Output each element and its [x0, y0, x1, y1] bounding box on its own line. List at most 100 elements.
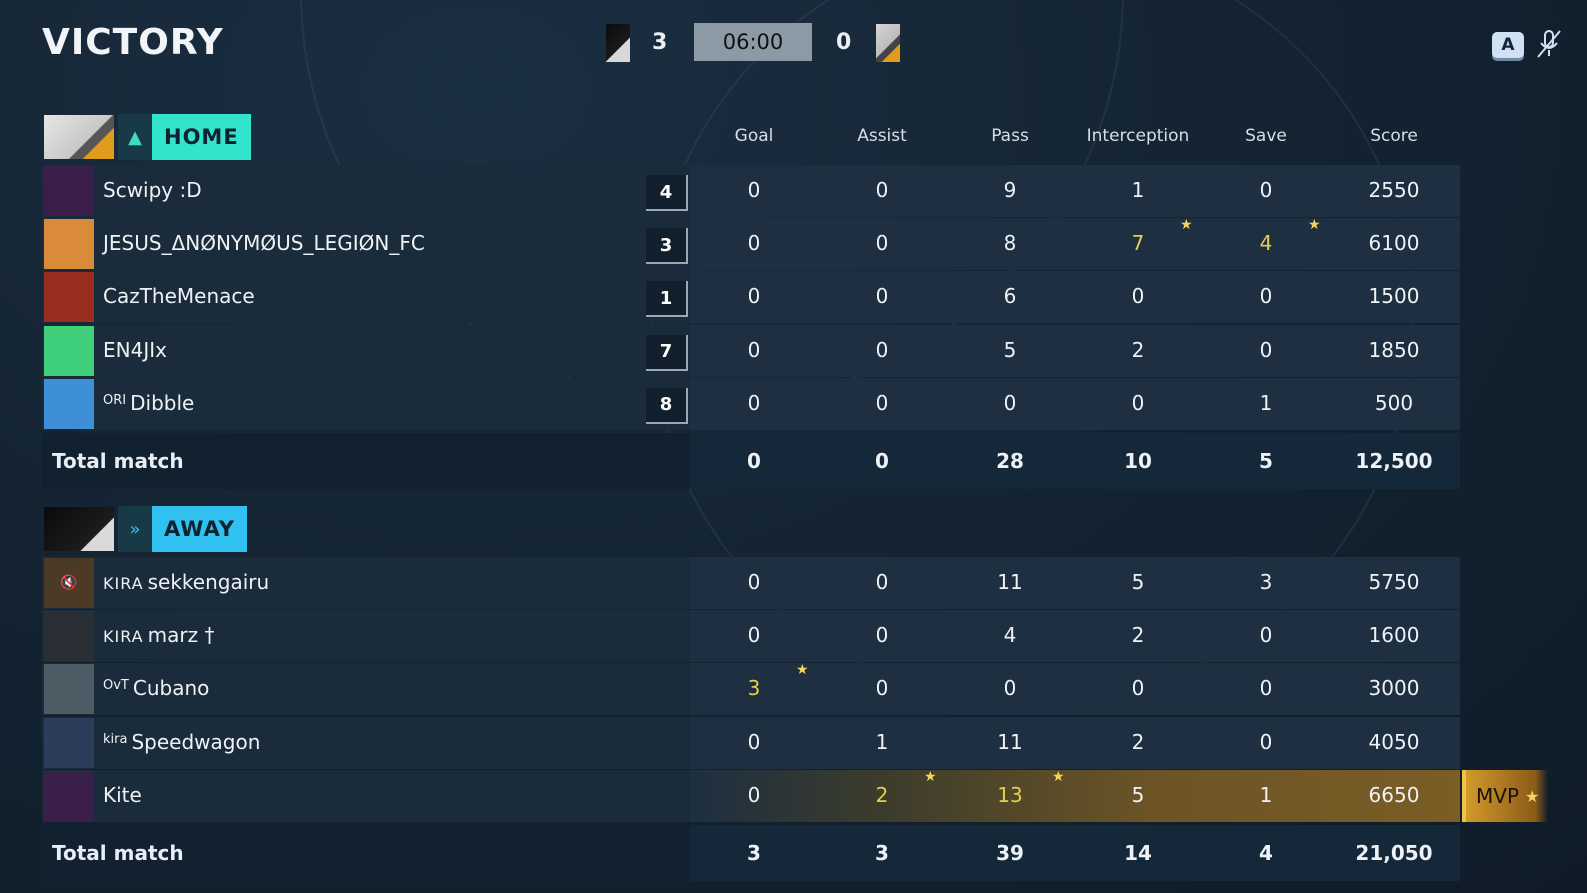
total-interception: 10 [1124, 449, 1152, 473]
stat-assist: 0 [875, 284, 889, 309]
total-label: Total match [52, 841, 184, 865]
star-icon: ★ [1052, 768, 1065, 785]
player-avatar [44, 166, 94, 216]
stat-pass: 13 ★ [997, 768, 1065, 807]
player-name: KIRA sekkengairu [103, 570, 269, 594]
col-save: Save [1245, 126, 1287, 146]
player-row[interactable]: CazTheMenace 1 0 0 6 0 0 1500 [42, 271, 1460, 324]
jersey-number: 4 [646, 175, 688, 211]
stat-save: 3 [1259, 570, 1273, 594]
player-name-text: JESUS_ΔNØNYMØUS_LEGIØN_FC [103, 231, 425, 256]
away-team-label: AWAY [152, 506, 247, 552]
star-icon: ★ [1180, 217, 1193, 234]
total-save: 4 [1259, 841, 1273, 865]
club-tag: KIRA [103, 627, 144, 647]
player-row[interactable]: JESUS_ΔNØNYMØUS_LEGIØN_FC 3 0 0 8 7 ★ 4 ★ 6100 [42, 217, 1460, 271]
col-pass: Pass [991, 126, 1029, 146]
stat-save: 0 [1259, 623, 1273, 648]
stat-assist: 2 ★ [875, 768, 937, 807]
jersey-number: 1 [646, 281, 688, 318]
player-name-text: CazTheMenace [103, 284, 255, 309]
total-pass: 28 [996, 449, 1024, 473]
stat-goal: 0 [747, 570, 761, 594]
stat-assist: 0 [875, 623, 889, 648]
col-goal: Goal [734, 126, 774, 146]
player-name-text: Dibble [130, 390, 195, 415]
stat-interception: 0 [1131, 284, 1145, 309]
stat-interception: 2 [1131, 729, 1145, 754]
stat-goal: 0 [747, 231, 761, 256]
home-team-flag-icon [44, 115, 114, 159]
stat-goal: 3 ★ [747, 662, 809, 701]
stat-assist: 0 [875, 231, 889, 256]
stat-score: 6100 [1368, 231, 1420, 256]
total-assist: 3 [875, 841, 889, 865]
player-name: CazTheMenace [103, 284, 255, 308]
player-name: ORI Dibble [103, 391, 194, 415]
stat-goal: 0 [747, 782, 761, 807]
stat-pass: 9 [1003, 178, 1017, 202]
player-row[interactable]: 🔇 KIRA sekkengairu 0 0 11 5 3 5750 [42, 557, 1460, 609]
home-team-flag-icon [876, 24, 900, 62]
total-score: 12,500 [1355, 449, 1433, 473]
stat-pass: 6 [1003, 284, 1017, 309]
mic-muted-icon[interactable] [1536, 28, 1562, 60]
player-name-text: sekkengairu [147, 570, 270, 594]
player-row[interactable]: kira Speedwagon 0 1 11 2 0 4050 [42, 716, 1460, 769]
stat-score: 500 [1374, 390, 1414, 415]
stat-save: 4 ★ [1259, 217, 1321, 256]
home-total-row: Total match 0 0 28 10 5 12,500 [42, 433, 1460, 489]
player-name: OvT Cubano [103, 676, 209, 700]
stat-interception: 2 [1131, 623, 1145, 648]
player-avatar [44, 611, 94, 662]
player-row[interactable]: ORI Dibble 8 0 0 0 0 1 500 [42, 377, 1460, 430]
home-team-label: HOME [152, 114, 251, 160]
away-emblem-icon: » [118, 506, 152, 552]
player-row[interactable]: Kite 0 2 ★ 13 ★ 5 1 6650 [42, 768, 1460, 822]
col-score: Score [1370, 126, 1418, 146]
player-row[interactable]: Scwipy :D 4 0 0 9 1 0 2550 [42, 165, 1460, 217]
stat-interception: 5 [1131, 782, 1145, 807]
col-assist: Assist [857, 126, 907, 146]
player-name: Scwipy :D [103, 178, 202, 202]
player-avatar [44, 717, 94, 768]
player-row[interactable]: EN4JIx 7 0 0 5 2 0 1850 [42, 324, 1460, 377]
star-icon: ★ [924, 768, 937, 785]
stat-assist: 0 [875, 570, 889, 594]
player-name-text: Scwipy :D [103, 178, 202, 202]
stat-save: 0 [1259, 676, 1273, 701]
player-row[interactable]: KIRA marz † 0 0 4 2 0 1600 [42, 610, 1460, 663]
stat-pass: 4 [1003, 623, 1017, 648]
stat-save: 0 [1259, 729, 1273, 754]
player-row[interactable]: OvT Cubano 3 ★ 0 0 0 0 3000 [42, 662, 1460, 716]
mvp-label: MVP [1476, 784, 1519, 808]
star-icon: ★ [796, 662, 809, 679]
home-team-header: ▲ HOME [44, 114, 251, 160]
player-name-text: Speedwagon [131, 729, 261, 754]
player-name-text: Kite [103, 782, 142, 807]
stat-score: 5750 [1368, 570, 1420, 594]
stat-pass: 0 [1003, 676, 1017, 701]
club-tag: KIRA [103, 574, 144, 593]
stat-goal: 0 [747, 623, 761, 648]
player-avatar [44, 664, 94, 715]
stat-score: 1500 [1368, 284, 1420, 309]
result-title: VICTORY [42, 22, 224, 63]
star-icon: ★ [1308, 217, 1321, 234]
total-goal: 0 [747, 449, 761, 473]
jersey-number: 8 [646, 387, 688, 424]
a-button-prompt[interactable]: A [1492, 32, 1524, 58]
stat-save: 1 [1259, 782, 1273, 807]
stat-goal: 0 [747, 284, 761, 309]
away-team-flag-icon [606, 24, 630, 62]
home-emblem-icon: ▲ [118, 114, 152, 160]
home-score: 3 [652, 30, 668, 55]
jersey-number: 3 [646, 228, 688, 265]
club-tag: ORI [103, 392, 127, 408]
jersey-number: 7 [646, 334, 688, 371]
speaker-muted-icon: 🔇 [60, 575, 78, 591]
stat-save: 0 [1259, 337, 1273, 362]
club-tag: OvT [103, 678, 129, 694]
stat-interception: 0 [1131, 676, 1145, 701]
player-name: JESUS_ΔNØNYMØUS_LEGIØN_FC [103, 231, 425, 255]
